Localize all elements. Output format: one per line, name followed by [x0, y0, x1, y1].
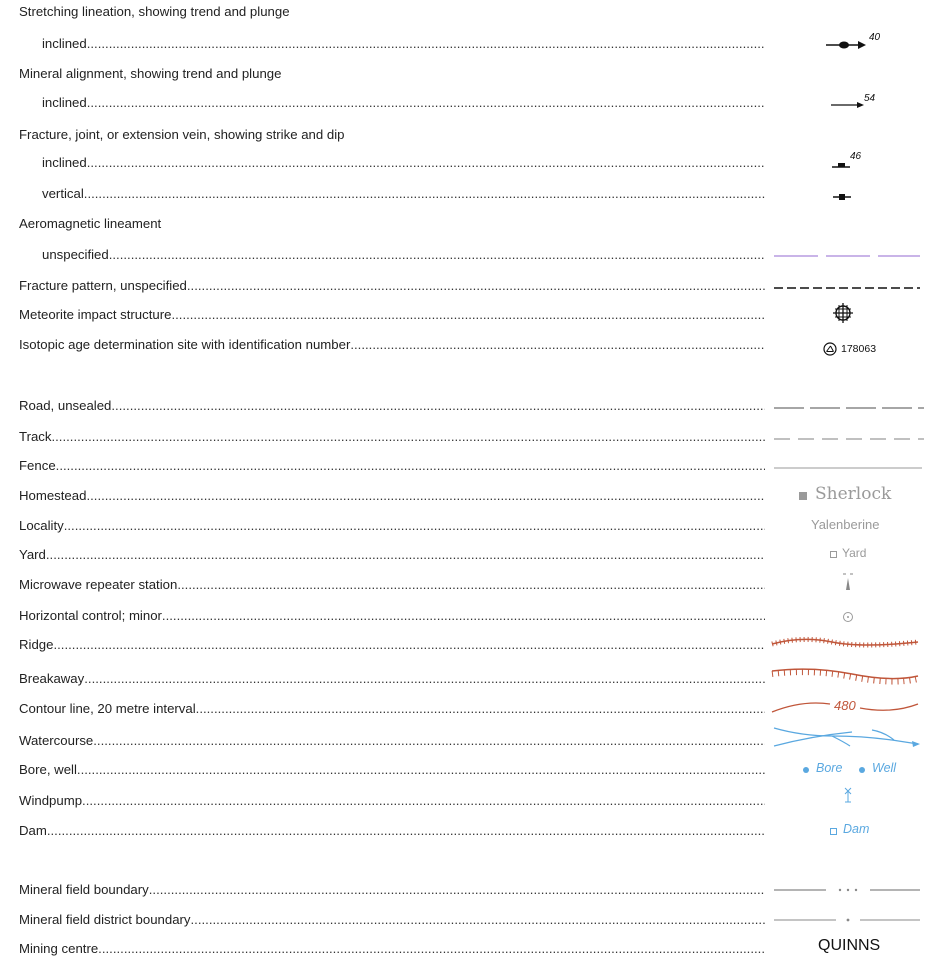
horizontal-control-icon	[842, 611, 854, 623]
dam-square-icon	[830, 828, 837, 835]
legend-entry-windpump: Windpump	[19, 792, 765, 810]
legend-entry-road: Road, unsealed	[19, 397, 765, 415]
meteorite-impact-icon	[830, 300, 856, 326]
legend-entry-homestead: Homestead	[19, 487, 765, 505]
fence-symbol	[774, 466, 924, 470]
legend-heading-aeromagnetic: Aeromagnetic lineament	[19, 216, 162, 231]
legend-entry-microwave: Microwave repeater station	[19, 576, 765, 594]
locality-sample-name: Yalenberine	[811, 517, 880, 532]
well-dot-icon	[859, 767, 865, 773]
fracture-vertical-symbol	[833, 191, 857, 203]
microwave-tower-icon	[841, 572, 855, 592]
legend-entry-meteorite: Meteorite impact structure	[19, 306, 765, 324]
legend-entry-locality: Locality	[19, 517, 765, 535]
homestead-square-icon	[799, 492, 807, 500]
yard-sample-name: Yard	[842, 546, 867, 560]
legend-entry-fracture-vertical: vertical	[42, 185, 765, 203]
mineral-plunge-value: 54	[864, 93, 876, 104]
fracture-dip-value: 46	[850, 151, 862, 162]
legend-entry-mining-centre: Mining centre	[19, 940, 765, 958]
bore-dot-icon	[803, 767, 809, 773]
road-unsealed-symbol	[774, 406, 926, 410]
watercourse-symbol	[772, 724, 922, 750]
legend-entry-contour: Contour line, 20 metre interval	[19, 700, 765, 718]
legend-entry-yard: Yard	[19, 546, 765, 564]
windpump-icon	[842, 786, 854, 804]
well-sample-label: Well	[872, 761, 897, 775]
bore-sample-label: Bore	[816, 761, 843, 775]
homestead-sample-name: Sherlock	[815, 484, 892, 504]
legend-entry-fracture-pattern: Fracture pattern, unspecified	[19, 277, 765, 295]
legend-entry-fence: Fence	[19, 457, 765, 475]
legend-entry-track: Track	[19, 428, 765, 446]
aeromagnetic-lineament-symbol	[774, 254, 922, 258]
legend-entry-aeromagnetic-unspecified: unspecified	[42, 246, 765, 264]
legend-entry-isotopic: Isotopic age determination site with ide…	[19, 336, 765, 354]
legend-entry-mineral-field-district: Mineral field district boundary	[19, 911, 765, 929]
track-symbol	[774, 437, 926, 441]
mineral-field-boundary-symbol	[774, 886, 922, 894]
mineral-field-district-boundary-symbol	[774, 916, 922, 924]
contour-value-label: 480	[834, 698, 856, 713]
legend-entry-stretching-inclined: inclined	[42, 35, 765, 53]
legend-entry-dam: Dam	[19, 822, 765, 840]
legend-heading-mineral-alignment: Mineral alignment, showing trend and plu…	[19, 66, 282, 81]
legend-entry-ridge: Ridge	[19, 636, 765, 654]
mining-centre-sample-name: QUINNS	[818, 937, 881, 954]
isotopic-site-number: 178063	[841, 343, 877, 355]
legend-entry-fracture-inclined: inclined	[42, 154, 765, 172]
legend-heading-stretching-lineation: Stretching lineation, showing trend and …	[19, 4, 290, 19]
yard-square-icon	[830, 551, 837, 558]
legend-entry-watercourse: Watercourse	[19, 732, 765, 750]
stretching-plunge-value: 40	[869, 32, 881, 43]
breakaway-symbol	[771, 662, 920, 686]
legend-entry-mineral-inclined: inclined	[42, 94, 765, 112]
legend-entry-bore-well: Bore, well	[19, 761, 765, 779]
ridge-symbol	[771, 634, 920, 654]
dam-sample-label: Dam	[843, 822, 870, 836]
legend-heading-fracture: Fracture, joint, or extension vein, show…	[19, 127, 345, 142]
legend-entry-breakaway: Breakaway	[19, 670, 765, 688]
legend-entry-horizontal-control: Horizontal control; minor	[19, 607, 765, 625]
isotopic-site-icon	[823, 342, 837, 356]
legend-entry-mineral-field: Mineral field boundary	[19, 881, 765, 899]
fracture-pattern-symbol	[774, 286, 922, 290]
